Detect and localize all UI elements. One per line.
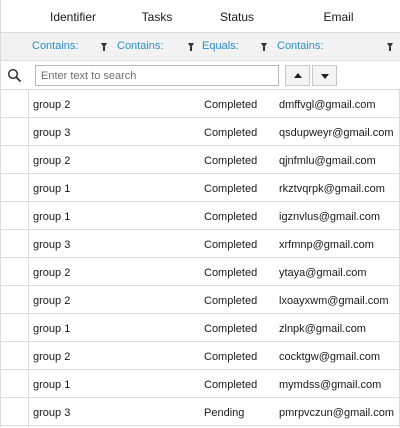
column-header-tasks[interactable]: Tasks	[117, 0, 197, 33]
table-row[interactable]: group 1 Completed mymdss@gmail.com	[1, 370, 400, 398]
cell-status[interactable]: Pending	[204, 398, 244, 426]
filter-row: Contains: Contains: Equals: Contains:	[1, 33, 400, 61]
cell-identifier[interactable]: group 1	[33, 174, 70, 202]
cell-email[interactable]: pmrpvczun@gmail.com	[279, 398, 394, 426]
search-icon	[7, 68, 22, 83]
cell-status[interactable]: Completed	[204, 258, 257, 286]
cell-status[interactable]: Completed	[204, 230, 257, 258]
table-row[interactable]: group 1 Completed igznvlus@gmail.com	[1, 202, 400, 230]
cell-status[interactable]: Completed	[204, 286, 257, 314]
search-previous-button[interactable]	[285, 65, 310, 86]
cell-email[interactable]: rkztvqrpk@gmail.com	[279, 174, 385, 202]
filter-cell-status: Equals:	[199, 33, 274, 60]
cell-status[interactable]: Completed	[204, 90, 257, 118]
search-input[interactable]	[35, 65, 279, 86]
cell-email[interactable]: xrfmnp@gmail.com	[279, 230, 374, 258]
column-header-row: Identifier Tasks Status Email	[1, 0, 400, 33]
filter-funnel-icon[interactable]	[261, 43, 267, 51]
cell-identifier[interactable]: group 2	[33, 342, 70, 370]
table-row[interactable]: group 2 Completed cocktgw@gmail.com	[1, 342, 400, 370]
cell-email[interactable]: qsdupweyr@gmail.com	[279, 118, 394, 146]
cell-email[interactable]: cocktgw@gmail.com	[279, 342, 380, 370]
cell-identifier[interactable]: group 3	[33, 230, 70, 258]
row-selector-column	[1, 90, 29, 427]
cell-identifier[interactable]: group 1	[33, 370, 70, 398]
cell-email[interactable]: lxoayxwm@gmail.com	[279, 286, 389, 314]
table-row[interactable]: group 1 Completed rkztvqrpk@gmail.com	[1, 174, 400, 202]
cell-identifier[interactable]: group 3	[33, 398, 70, 426]
cell-identifier[interactable]: group 1	[33, 202, 70, 230]
cell-identifier[interactable]: group 2	[33, 90, 70, 118]
search-panel	[1, 61, 400, 90]
cell-status[interactable]: Completed	[204, 202, 257, 230]
cell-email[interactable]: mymdss@gmail.com	[279, 370, 381, 398]
data-grid: Identifier Tasks Status Email Contains: …	[0, 0, 400, 427]
table-row[interactable]: group 3 Completed xrfmnp@gmail.com	[1, 230, 400, 258]
cell-email[interactable]: qjnfmlu@gmail.com	[279, 146, 376, 174]
cell-email[interactable]: zlnpk@gmail.com	[279, 314, 366, 342]
cell-email[interactable]: dmffvgl@gmail.com	[279, 90, 376, 118]
column-header-email[interactable]: Email	[277, 0, 400, 33]
column-header-identifier[interactable]: Identifier	[29, 0, 117, 33]
table-row[interactable]: group 2 Completed lxoayxwm@gmail.com	[1, 286, 400, 314]
table-row[interactable]: group 3 Pending pmrpvczun@gmail.com	[1, 398, 400, 426]
filter-cell-email: Contains:	[274, 33, 400, 60]
filter-operator-email[interactable]: Contains:	[277, 33, 323, 60]
cell-status[interactable]: Completed	[204, 370, 257, 398]
filter-funnel-icon[interactable]	[387, 43, 393, 51]
column-header-status[interactable]: Status	[197, 0, 277, 33]
cell-identifier[interactable]: group 2	[33, 286, 70, 314]
cell-identifier[interactable]: group 2	[33, 258, 70, 286]
table-row[interactable]: group 1 Completed zlnpk@gmail.com	[1, 314, 400, 342]
table-row[interactable]: group 3 Completed qsdupweyr@gmail.com	[1, 118, 400, 146]
cell-identifier[interactable]: group 3	[33, 118, 70, 146]
arrow-down-icon	[321, 74, 329, 79]
cell-status[interactable]: Completed	[204, 118, 257, 146]
cell-identifier[interactable]: group 2	[33, 146, 70, 174]
table-row[interactable]: group 2 Completed dmffvgl@gmail.com	[1, 90, 400, 118]
cell-email[interactable]: ytaya@gmail.com	[279, 258, 367, 286]
filter-funnel-icon[interactable]	[188, 43, 194, 51]
table-row[interactable]: group 2 Completed qjnfmlu@gmail.com	[1, 146, 400, 174]
cell-email[interactable]: igznvlus@gmail.com	[279, 202, 380, 230]
cell-status[interactable]: Completed	[204, 314, 257, 342]
filter-cell-tasks: Contains:	[114, 33, 199, 60]
cell-identifier[interactable]: group 1	[33, 314, 70, 342]
filter-funnel-icon[interactable]	[101, 43, 107, 51]
filter-cell-identifier: Contains:	[29, 33, 114, 60]
table-row[interactable]: group 2 Completed ytaya@gmail.com	[1, 258, 400, 286]
cell-status[interactable]: Completed	[204, 146, 257, 174]
filter-operator-status[interactable]: Equals:	[202, 33, 239, 60]
arrow-up-icon	[294, 73, 302, 78]
data-rows: group 2 Completed dmffvgl@gmail.com group 3…	[1, 90, 400, 426]
cell-status[interactable]: Completed	[204, 342, 257, 370]
cell-status[interactable]: Completed	[204, 174, 257, 202]
filter-operator-identifier[interactable]: Contains:	[32, 33, 78, 60]
search-next-button[interactable]	[312, 65, 337, 86]
filter-operator-tasks[interactable]: Contains:	[117, 33, 163, 60]
